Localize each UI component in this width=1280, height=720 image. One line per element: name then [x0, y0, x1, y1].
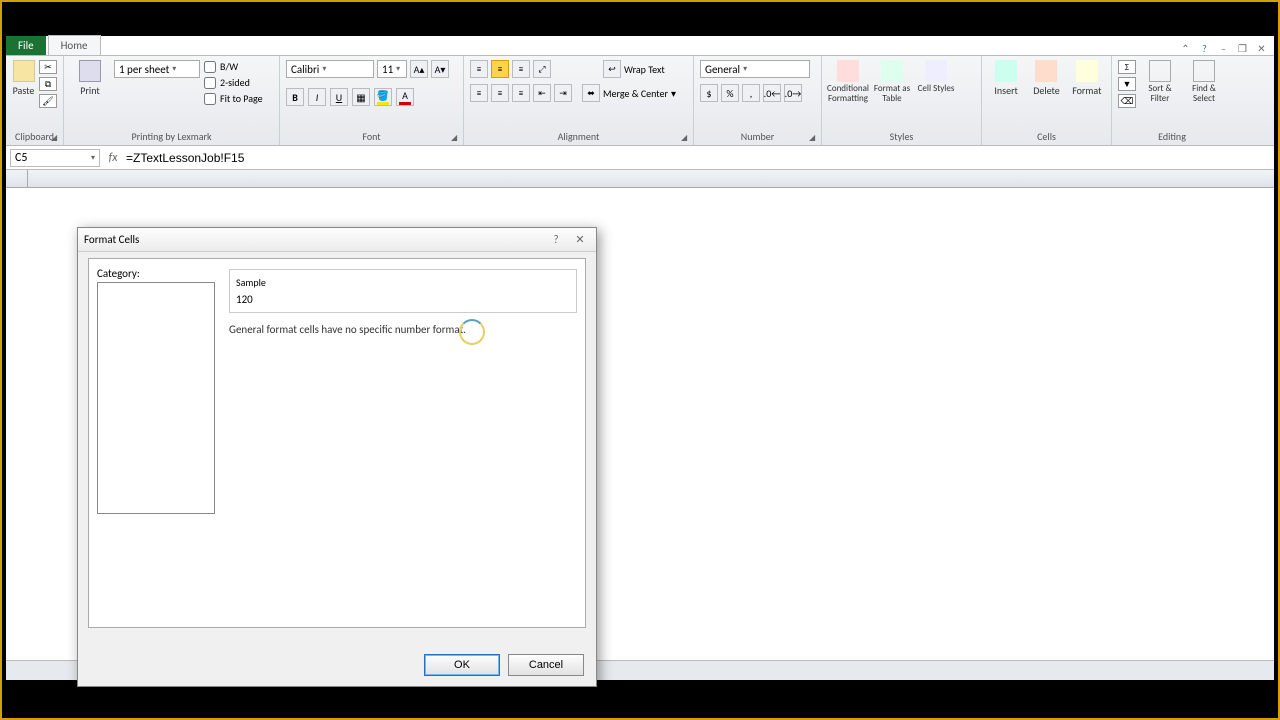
- loading-spinner-icon: [459, 319, 485, 345]
- help-icon[interactable]: ?: [1198, 42, 1211, 55]
- number-group-label: Number: [700, 130, 815, 145]
- align-right-icon[interactable]: ≡: [512, 84, 530, 102]
- sort-filter-button[interactable]: Sort & Filter: [1140, 60, 1180, 104]
- copy-icon[interactable]: ⧉: [39, 77, 57, 91]
- underline-button[interactable]: U: [330, 88, 348, 106]
- fill-color-button[interactable]: 🪣: [374, 88, 392, 106]
- align-center-icon[interactable]: ≡: [491, 84, 509, 102]
- twosided-checkbox[interactable]: 2-sided: [204, 76, 263, 89]
- print-button[interactable]: Print: [70, 60, 110, 97]
- formula-bar[interactable]: [122, 149, 1274, 167]
- find-icon: [1193, 60, 1215, 82]
- indent-inc-icon[interactable]: ⇥: [554, 84, 572, 102]
- sample-value: 120: [236, 293, 570, 306]
- minimize-ribbon-icon[interactable]: ⌃: [1179, 42, 1192, 55]
- accounting-format-icon[interactable]: $: [700, 84, 718, 102]
- select-all-box[interactable]: [6, 170, 28, 187]
- alignment-launcher[interactable]: ◢: [681, 133, 691, 143]
- category-list[interactable]: [97, 282, 215, 514]
- insert-cells-button[interactable]: Insert: [988, 60, 1024, 97]
- border-button[interactable]: ▦: [352, 88, 370, 106]
- close-icon[interactable]: ✕: [1255, 42, 1268, 55]
- printer-icon: [79, 60, 101, 82]
- bold-button[interactable]: B: [286, 88, 304, 106]
- align-top-icon[interactable]: ≡: [470, 60, 488, 78]
- insert-cells-icon: [995, 60, 1017, 82]
- orientation-icon[interactable]: ⤢: [533, 60, 551, 78]
- wrap-text-button[interactable]: ↩Wrap Text: [603, 60, 665, 78]
- grow-font-icon[interactable]: A▴: [410, 60, 428, 78]
- styles-group-label: Styles: [828, 130, 975, 145]
- merge-center-button[interactable]: ⬌Merge & Center▾: [582, 84, 676, 102]
- editing-group-label: Editing: [1118, 130, 1226, 145]
- autosum-icon[interactable]: Σ: [1118, 60, 1136, 74]
- align-middle-icon[interactable]: ≡: [491, 60, 509, 78]
- cells-group-label: Cells: [988, 130, 1105, 145]
- conditional-icon: [837, 60, 859, 82]
- number-launcher[interactable]: ◢: [809, 133, 819, 143]
- minimize-icon[interactable]: –: [1217, 42, 1230, 55]
- shrink-font-icon[interactable]: A▾: [431, 60, 449, 78]
- cut-icon[interactable]: ✂: [39, 60, 57, 74]
- print-group-label: Printing by Lexmark: [70, 130, 273, 145]
- format-cells-button[interactable]: Format: [1069, 60, 1105, 97]
- menu-tab-home[interactable]: Home: [48, 35, 101, 55]
- cell-styles-button[interactable]: Cell Styles: [916, 60, 956, 94]
- font-name-dropdown[interactable]: Calibri: [286, 60, 374, 78]
- table-icon: [881, 60, 903, 82]
- number-format-dropdown[interactable]: General: [700, 60, 810, 78]
- font-group-label: Font: [286, 130, 457, 145]
- fx-icon[interactable]: fx: [104, 151, 122, 165]
- font-color-button[interactable]: A: [396, 88, 414, 106]
- dialog-help-icon[interactable]: ?: [546, 232, 566, 248]
- find-select-button[interactable]: Find & Select: [1184, 60, 1224, 104]
- format-description: General format cells have no specific nu…: [229, 323, 577, 336]
- cell-styles-icon: [925, 60, 947, 82]
- align-bottom-icon[interactable]: ≡: [512, 60, 530, 78]
- decrease-decimal-icon[interactable]: .0→: [784, 84, 802, 102]
- paste-icon: [13, 60, 35, 82]
- dialog-title: Format Cells: [84, 233, 542, 246]
- format-painter-icon[interactable]: 🖌: [39, 94, 57, 108]
- restore-icon[interactable]: ❐: [1236, 42, 1249, 55]
- alignment-group-label: Alignment: [470, 130, 687, 145]
- conditional-formatting-button[interactable]: Conditional Formatting: [828, 60, 868, 104]
- sort-icon: [1149, 60, 1171, 82]
- sample-label: Sample: [236, 276, 570, 289]
- format-as-table-button[interactable]: Format as Table: [872, 60, 912, 104]
- name-box[interactable]: C5: [10, 149, 100, 167]
- delete-cells-button[interactable]: Delete: [1028, 60, 1064, 97]
- per-sheet-dropdown[interactable]: 1 per sheet: [114, 60, 200, 78]
- category-label: Category:: [97, 267, 215, 280]
- clipboard-launcher[interactable]: ◢: [51, 133, 61, 143]
- delete-cells-icon: [1035, 60, 1057, 82]
- wrap-text-icon: ↩: [603, 60, 621, 78]
- percent-format-icon[interactable]: %: [721, 84, 739, 102]
- align-left-icon[interactable]: ≡: [470, 84, 488, 102]
- fill-icon[interactable]: ▼: [1118, 77, 1136, 91]
- fitpage-checkbox[interactable]: Fit to Page: [204, 92, 263, 105]
- paste-button[interactable]: Paste: [12, 60, 35, 97]
- format-cells-icon: [1076, 60, 1098, 82]
- format-cells-dialog: Format Cells ? ✕ Category: Sample 120 Ge…: [77, 227, 597, 687]
- font-launcher[interactable]: ◢: [451, 133, 461, 143]
- cancel-button[interactable]: Cancel: [508, 654, 584, 676]
- menu-bar: File Home ⌃ ? – ❐ ✕: [6, 36, 1274, 56]
- dialog-close-icon[interactable]: ✕: [570, 232, 590, 248]
- clear-icon[interactable]: ⌫: [1118, 94, 1136, 108]
- increase-decimal-icon[interactable]: .0←: [763, 84, 781, 102]
- font-size-dropdown[interactable]: 11: [377, 60, 407, 78]
- ok-button[interactable]: OK: [424, 654, 500, 676]
- file-tab[interactable]: File: [6, 36, 46, 55]
- comma-format-icon[interactable]: ,: [742, 84, 760, 102]
- indent-dec-icon[interactable]: ⇤: [533, 84, 551, 102]
- bw-checkbox[interactable]: B/W: [204, 60, 263, 73]
- italic-button[interactable]: I: [308, 88, 326, 106]
- merge-icon: ⬌: [582, 84, 600, 102]
